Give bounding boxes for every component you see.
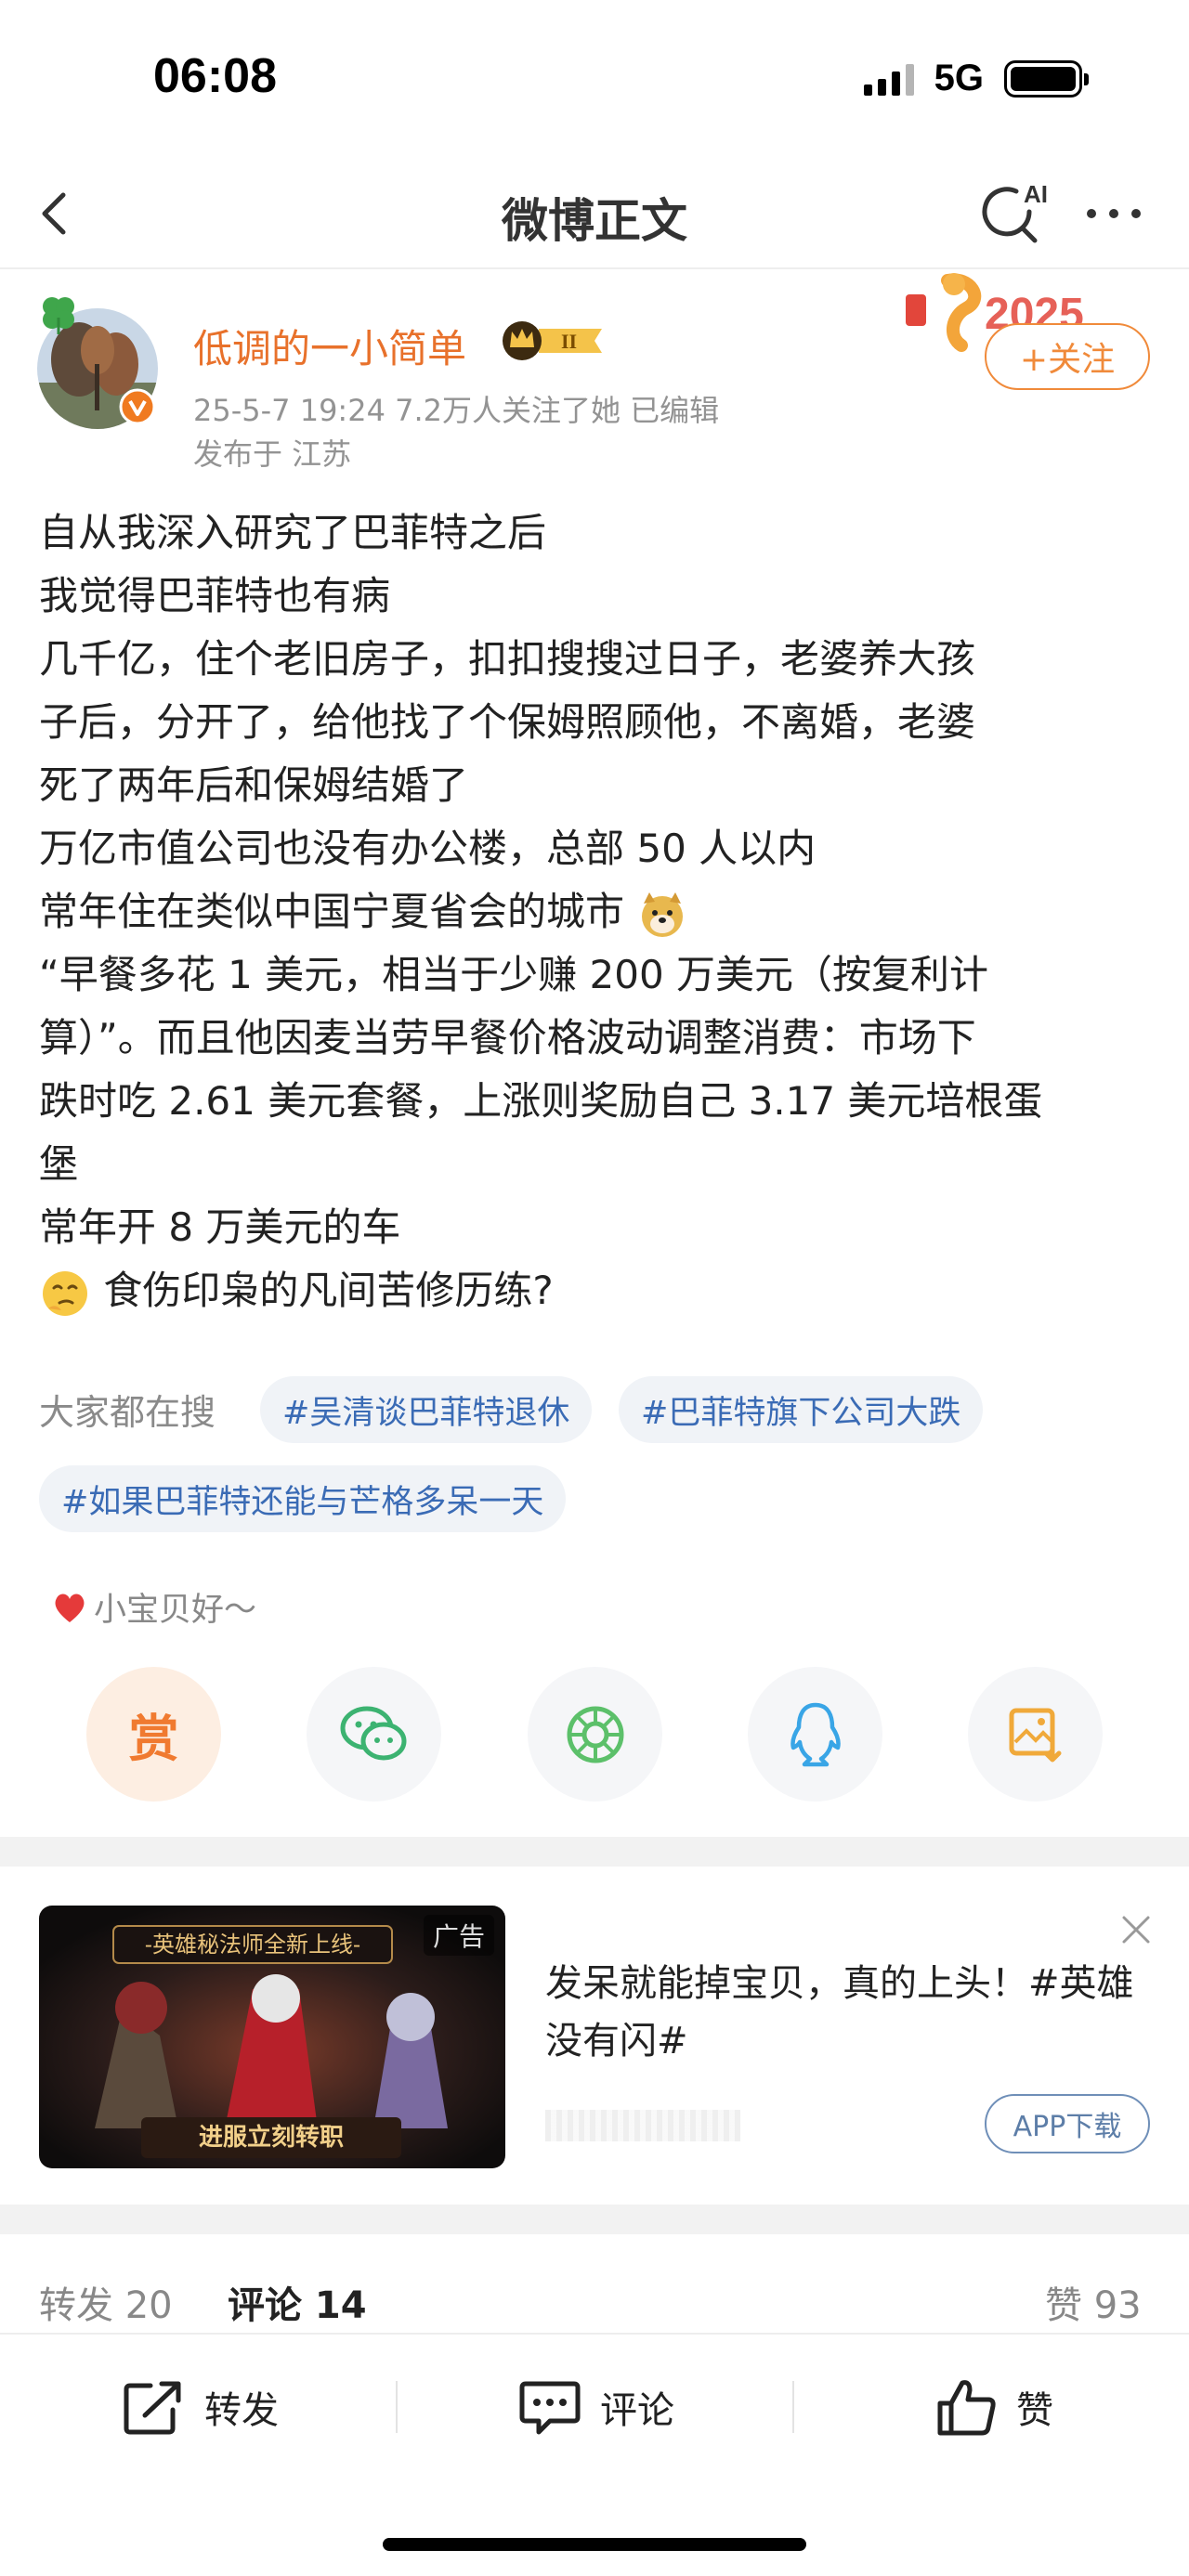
ad-title[interactable]: 发呆就能掉宝贝，真的上头！#英雄没有闪#	[545, 1955, 1158, 2070]
clover-icon	[35, 290, 82, 336]
post-line: 跌时吃 2.61 美元套餐，上涨则奖励自己 3.17 美元培根蛋	[39, 1078, 1043, 1124]
thinking-emoji-icon	[39, 1268, 91, 1320]
qq-icon	[790, 1702, 841, 1766]
action-bar: 转发 评论 赞	[0, 2333, 1189, 2481]
save-image-button[interactable]	[968, 1667, 1103, 1802]
more-icon[interactable]	[1087, 195, 1152, 232]
follow-button[interactable]: +关注	[985, 323, 1150, 390]
post-line: 万亿市值公司也没有办公楼，总部 50 人以内	[39, 826, 817, 871]
author-header: 低调的一小简单 II 25-5-7 19:24 7.2万人关注了她 已编辑 发布…	[0, 271, 1189, 485]
like-icon	[937, 2380, 996, 2436]
post-meta: 25-5-7 19:24 7.2万人关注了她 已编辑	[193, 393, 720, 428]
ai-label: AI	[1024, 180, 1048, 208]
network-label: 5G	[934, 58, 984, 98]
ad-tag: 广告	[423, 1915, 494, 1956]
author-name[interactable]: 低调的一小简单	[193, 318, 466, 374]
post-line: 算）”。而且他因麦当劳早餐价格波动调整消费：市场下	[39, 1015, 976, 1060]
ad-blurred-text	[545, 2110, 740, 2141]
share-row: 赏	[0, 1667, 1189, 1806]
app-download-button[interactable]: APP下载	[985, 2094, 1150, 2153]
doge-emoji-icon	[636, 889, 688, 941]
ad-card[interactable]: -英雄秘法师全新上线- 进服立刻转职 广告 发呆就能掉宝贝，真的上头！#英雄没有…	[0, 1867, 1189, 2233]
tab-like[interactable]: 赞 93	[1045, 2275, 1142, 2329]
hot-search-tag[interactable]: #吴清谈巴菲特退休	[260, 1376, 593, 1443]
post-line: 食伤印枭的凡间苦修历练?	[39, 1259, 1154, 1322]
comment-label: 评论	[600, 2389, 674, 2432]
post-line: 常年住在类似中国宁夏省会的城市	[39, 880, 1154, 943]
heart-icon	[55, 1594, 85, 1622]
ad-banner-title: -英雄秘法师全新上线-	[145, 1932, 360, 1958]
post-line-text: 常年住在类似中国宁夏省会的城市	[39, 889, 625, 934]
ad-banner-sub: 进服立刻转职	[199, 2123, 344, 2152]
post-line: 死了两年后和保姆结婚了	[39, 762, 469, 808]
hot-search-tag[interactable]: #巴菲特旗下公司大跌	[619, 1376, 984, 1443]
post-line: 堡	[39, 1141, 79, 1187]
moments-share-button[interactable]	[528, 1667, 662, 1802]
qq-share-button[interactable]	[748, 1667, 882, 1802]
post-line: 自从我深入研究了巴菲特之后	[39, 510, 547, 555]
repost-button[interactable]: 转发	[123, 2372, 279, 2442]
section-divider	[0, 1837, 1189, 1867]
reward-button[interactable]: 赏	[86, 1667, 221, 1802]
home-indicator[interactable]	[383, 2538, 806, 2551]
action-divider	[792, 2381, 794, 2433]
wechat-icon	[340, 1706, 406, 1760]
like-label: 赞	[1016, 2389, 1053, 2432]
ai-search-icon[interactable]: AI	[975, 175, 1050, 249]
status-time: 06:08	[153, 49, 277, 103]
status-bar: 06:08 5G	[0, 0, 1189, 158]
comment-button[interactable]: 评论	[518, 2372, 674, 2442]
reward-tip-text: 小宝贝好～	[94, 1592, 257, 1629]
post-line: 我觉得巴菲特也有病	[39, 573, 391, 618]
nav-bar: 微博正文 AI	[0, 158, 1189, 269]
moments-icon	[567, 1706, 623, 1763]
action-divider	[396, 2381, 398, 2433]
repost-icon	[124, 2381, 181, 2435]
comment-icon	[519, 2381, 581, 2435]
wechat-share-button[interactable]	[307, 1667, 441, 1802]
hot-search-label: 大家都在搜	[39, 1392, 216, 1433]
vip-crown-icon[interactable]: II	[502, 318, 608, 364]
post-line-text: 食伤印枭的凡间苦修历练?	[103, 1268, 554, 1313]
repost-label: 转发	[204, 2389, 279, 2432]
verified-icon	[119, 388, 156, 425]
tab-repost[interactable]: 转发 20	[39, 2275, 173, 2329]
like-button[interactable]: 赞	[936, 2372, 1053, 2442]
ad-image[interactable]: -英雄秘法师全新上线- 进服立刻转职 广告	[39, 1906, 505, 2168]
hot-search-tag[interactable]: #如果巴菲特还能与芒格多呆一天	[39, 1465, 567, 1532]
signal-icon	[863, 62, 914, 96]
section-divider	[0, 2205, 1189, 2234]
reward-button-label: 赏	[128, 1710, 179, 1768]
close-icon[interactable]	[1119, 1913, 1153, 1946]
post-line: 常年开 8 万美元的车	[39, 1204, 401, 1250]
save-image-icon	[1009, 1708, 1061, 1762]
post-location: 发布于 江苏	[193, 436, 352, 472]
status-indicators: 5G	[863, 58, 1089, 99]
post-line: 子后，分开了，给他找了个保姆照顾他，不离婚，老婆	[39, 699, 976, 745]
post-line: “早餐多花 1 美元，相当于少赚 200 万美元（按复利计	[39, 952, 989, 997]
tab-comment[interactable]: 评论 14	[228, 2275, 367, 2329]
post-body: 自从我深入研究了巴菲特之后 我觉得巴菲特也有病 几千亿，住个老旧房子，扣扣搜搜过…	[39, 501, 1154, 1322]
stats-tabs: 转发 20 评论 14 赞 93	[0, 2266, 1189, 2331]
battery-icon	[1004, 59, 1089, 98]
reward-tip: 小宝贝好～	[51, 1583, 256, 1631]
vip-level: II	[561, 330, 577, 353]
post-line: 几千亿，住个老旧房子，扣扣搜搜过日子，老婆养大孩	[39, 636, 976, 682]
